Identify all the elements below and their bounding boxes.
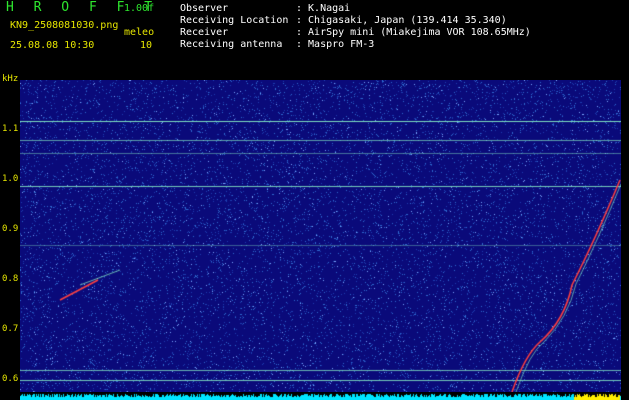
meta-value-receiver: : AirSpy mini (Miakejima VOR 108.65MHz)	[296, 27, 531, 38]
version-label: 1.00f	[124, 3, 155, 14]
meta-value-observer: : K.Nagai	[296, 3, 351, 14]
y-tick-label: 1.0	[2, 174, 19, 184]
y-tick-label: 0.8	[2, 274, 19, 284]
meta-value-location: : Chigasaki, Japan (139.414 35.340)	[296, 15, 507, 26]
meta-value-antenna: : Maspro FM-3	[296, 39, 375, 50]
datetime: 25.08.08 10:30	[10, 40, 95, 51]
meta-key-antenna: Receiving antenna	[180, 39, 283, 50]
hrofft-window: H R O F F T 1.00f KN9_2508081030.png mel…	[0, 0, 629, 400]
signal-level-bar	[20, 392, 621, 400]
spectrogram-area	[20, 80, 621, 392]
spectrogram-canvas	[20, 80, 621, 392]
y-tick-label: 0.6	[2, 374, 19, 384]
meleo-value: 10	[140, 40, 153, 51]
y-tick-label: 0.9	[2, 224, 19, 234]
meta-key-observer: Observer	[180, 3, 229, 14]
meta-key-location: Receiving Location	[180, 15, 289, 26]
meta-key-receiver: Receiver	[180, 27, 229, 38]
file-name: KN9_2508081030.png	[10, 20, 119, 31]
y-tick-label: 1.1	[2, 124, 19, 134]
y-tick-label: 0.7	[2, 324, 19, 334]
y-unit-label: kHz	[2, 74, 19, 84]
meleo-label: meleo	[124, 27, 155, 38]
